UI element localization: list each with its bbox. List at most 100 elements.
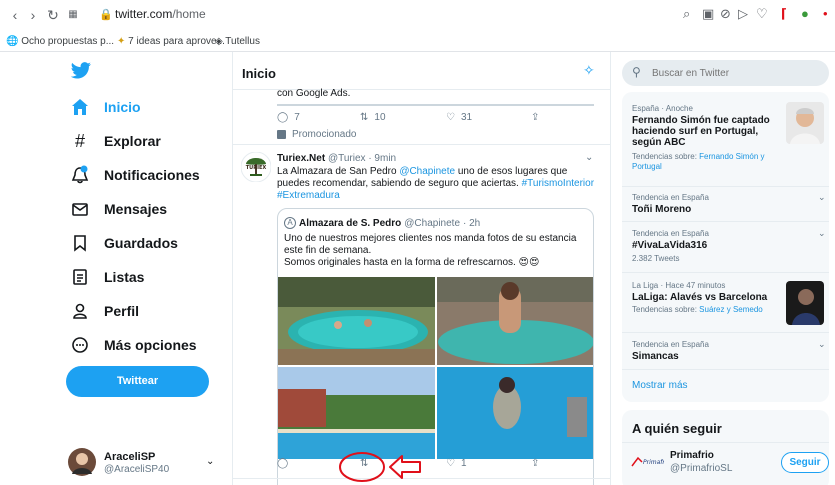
avatar [68, 448, 96, 476]
trend-item[interactable]: Tendencia en España #VivaLaVida316 2.382… [632, 229, 709, 263]
trend-sub-prefix: Tendencias sobre: [632, 152, 700, 161]
camera-icon[interactable]: ▣ [702, 6, 714, 22]
sidebar-item-perfil[interactable]: Perfil [70, 298, 139, 324]
quoted-author-name: Almazara de S. Pedro [299, 217, 402, 229]
sidebar-item-label: Guardados [104, 235, 178, 251]
photo-pool-3[interactable] [278, 367, 435, 459]
prev-tweet-text: con Google Ads. [277, 88, 351, 99]
sidebar-item-notificaciones[interactable]: Notificaciones [70, 162, 200, 188]
bookmark-label: Tutellus [225, 36, 260, 47]
chevron-down-icon[interactable]: ⌄ [818, 228, 826, 239]
reload-icon[interactable]: ↻ [44, 6, 62, 24]
divider [622, 332, 829, 333]
trend-sub-link[interactable]: Suárez y Semedo [699, 305, 763, 314]
photo-pool-4[interactable] [437, 367, 594, 459]
like-button[interactable]: ♡ 31 [446, 112, 472, 123]
url-path: /home [172, 7, 206, 21]
bookmark-item[interactable]: ◈ Tutellus [215, 36, 260, 47]
hashtag-link[interactable]: #TurismoInterior [522, 178, 594, 189]
primafrio-logo-icon[interactable]: Primafrio [630, 452, 664, 470]
heart-icon[interactable]: ♡ [756, 6, 768, 22]
who-to-follow-title: A quién seguir [632, 421, 722, 436]
trend-title: Simancas [632, 351, 679, 362]
extension-icon[interactable]: ⌈ [781, 6, 787, 22]
search-box[interactable]: ⚲ [622, 60, 829, 86]
account-switcher[interactable]: AraceliSP @AraceliSP40 ⌄ [68, 448, 218, 478]
reply-icon: ◯ [277, 112, 289, 123]
search-input[interactable] [652, 64, 822, 82]
quoted-line: Somos originales hasta en la forma de re… [284, 257, 540, 268]
apps-icon[interactable]: ▦ [64, 6, 82, 24]
envelope-icon [72, 203, 88, 216]
quoted-tweet-header: A Almazara de S. Pedro @Chapinete · 2h [284, 217, 480, 229]
sidebar-item-inicio[interactable]: Inicio [70, 94, 141, 120]
back-icon[interactable]: ‹ [6, 6, 24, 24]
play-icon[interactable]: ▷ [738, 6, 748, 22]
reply-button[interactable]: ◯ [277, 458, 288, 469]
trend-item[interactable]: Tendencia en España Toñi Moreno [632, 193, 709, 215]
trend-photo[interactable] [786, 281, 824, 325]
address-bar[interactable]: twitter.com/home [115, 7, 206, 21]
trend-item[interactable]: España · Anoche Fernando Simón fue capta… [632, 104, 782, 172]
divider [622, 442, 829, 443]
sidebar-item-explorar[interactable]: # Explorar [70, 128, 161, 154]
hashtag-link[interactable]: #Extremadura [277, 190, 340, 201]
chevron-down-icon[interactable]: ⌄ [585, 152, 593, 163]
tweet-time[interactable]: · 9min [368, 153, 396, 164]
heart-icon: ♡ [446, 112, 455, 123]
sidebar-item-mas-opciones[interactable]: Más opciones [70, 332, 197, 358]
retweet-button[interactable]: ⇅ 10 [360, 112, 386, 123]
photo-pool-1[interactable] [278, 277, 435, 365]
block-icon[interactable]: ⊘ [720, 6, 731, 22]
extension-icon-3[interactable]: • [823, 6, 828, 21]
browser-chrome: ‹ › ↻ ▦ 🔒 twitter.com/home ⌕ ▣ ⊘ ▷ ♡ ⌈ ●… [0, 0, 835, 52]
person-icon [73, 303, 87, 319]
chevron-down-icon: ⌄ [206, 456, 215, 467]
lock-icon: 🔒 [99, 9, 113, 21]
extension-icon-2[interactable]: ● [801, 6, 809, 21]
trend-meta: Tendencia en España [632, 193, 709, 202]
like-count: 31 [460, 112, 473, 123]
trend-meta: Tendencia en España [632, 340, 709, 349]
bookmark-item[interactable]: ✦ 7 ideas para aprove... [117, 36, 225, 47]
mention-link[interactable]: @Chapinete [399, 166, 455, 177]
sidebar-item-listas[interactable]: Listas [70, 264, 144, 290]
suggestion-handle[interactable]: @PrimafrioSL [670, 463, 732, 474]
heart-icon: ♡ [446, 458, 455, 469]
chevron-down-icon[interactable]: ⌄ [818, 192, 826, 203]
reply-button[interactable]: ◯ 7 [277, 112, 300, 123]
tweet-button[interactable]: Twittear [66, 366, 209, 397]
photo-pool-2[interactable] [437, 277, 594, 365]
sidebar-item-mensajes[interactable]: Mensajes [70, 196, 167, 222]
share-button[interactable]: ⇪ [531, 458, 539, 469]
sidebar-item-label: Perfil [104, 303, 140, 319]
share-button[interactable]: ⇪ [531, 112, 539, 123]
trend-photo[interactable] [786, 102, 824, 144]
show-more-link[interactable]: Mostrar más [632, 380, 688, 391]
follow-button[interactable]: Seguir [781, 452, 829, 473]
search-icon[interactable]: ⌕ [683, 6, 690, 22]
suggestion-name[interactable]: Primafrio [670, 450, 714, 461]
forward-icon[interactable]: › [24, 6, 42, 24]
bookmark-label: Ocho propuestas p... [21, 36, 115, 47]
tweet-header: Turiex.Net @Turiex · 9min [277, 153, 396, 164]
home-icon [72, 99, 88, 115]
quoted-tweet-text: Uno de nuestros mejores clientes nos man… [284, 233, 584, 269]
like-count: 1 [460, 458, 467, 469]
chevron-down-icon[interactable]: ⌄ [818, 339, 826, 350]
tweet-author-name[interactable]: Turiex.Net [277, 153, 325, 164]
sparkle-icon[interactable]: ✧ [583, 62, 595, 79]
trend-meta: España · Anoche [632, 104, 693, 113]
trend-item[interactable]: La Liga · Hace 47 minutos LaLiga: Alavés… [632, 281, 782, 314]
quoted-tweet[interactable]: A Almazara de S. Pedro @Chapinete · 2h U… [277, 208, 594, 485]
trend-count: 2.382 Tweets [632, 254, 680, 263]
divider [622, 369, 829, 370]
like-button[interactable]: ♡ 1 [446, 458, 467, 469]
bookmark-item[interactable]: 🌐 Ocho propuestas p... [6, 36, 114, 47]
tweet-avatar[interactable]: TURIEX [241, 152, 271, 182]
trend-item[interactable]: Tendencia en España Simancas [632, 340, 709, 362]
sidebar-item-guardados[interactable]: Guardados [70, 230, 178, 256]
divider [622, 186, 829, 187]
tweet-author-handle[interactable]: @Turiex [328, 153, 366, 164]
twitter-logo-icon[interactable] [70, 62, 92, 80]
